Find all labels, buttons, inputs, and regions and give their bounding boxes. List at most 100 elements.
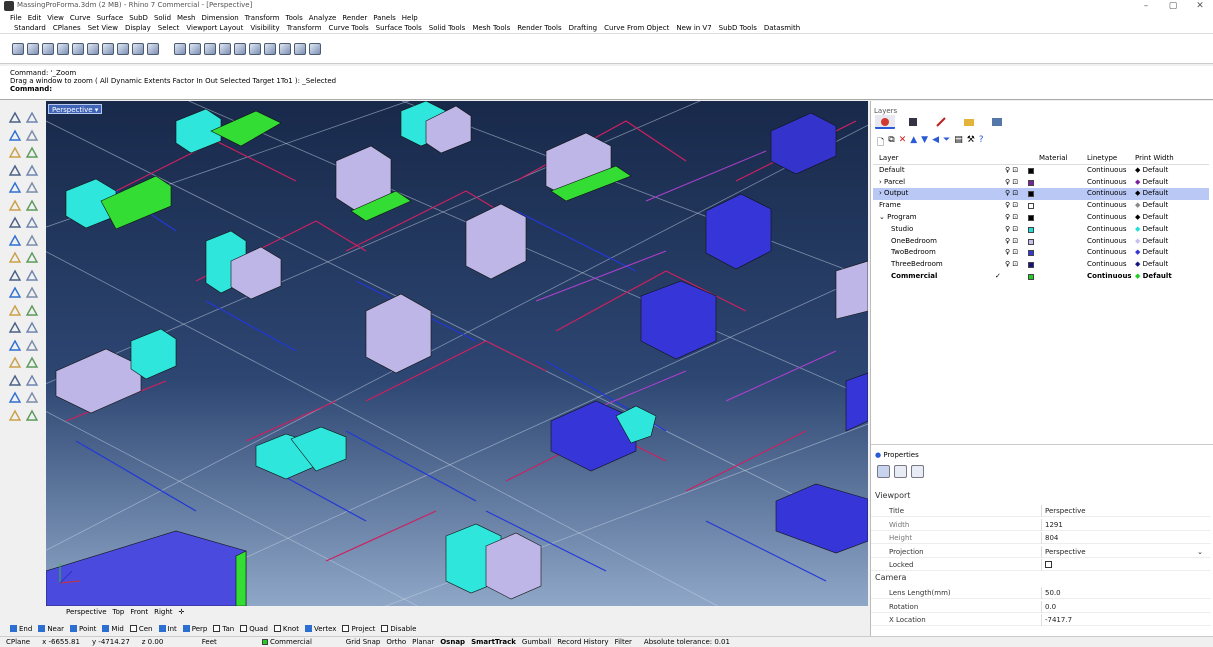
osnap-tan[interactable]: Tan	[213, 624, 234, 633]
osnap-near[interactable]: Near	[38, 624, 64, 633]
header-print-width[interactable]: Print Width	[1135, 153, 1174, 165]
layer-color-swatch[interactable]	[1028, 214, 1034, 221]
trim-icon[interactable]	[8, 269, 22, 282]
toolbar-tab-curve-from-object[interactable]: Curve From Object	[604, 24, 669, 32]
current-layer-pane[interactable]: Commercial	[256, 638, 346, 646]
move-icon[interactable]	[8, 286, 22, 299]
move-down-icon[interactable]: ▼	[921, 135, 928, 151]
curve-icon[interactable]	[25, 129, 39, 142]
locked-checkbox[interactable]	[1045, 561, 1052, 568]
menu-item-edit[interactable]: Edit	[28, 14, 42, 22]
property-value[interactable]: 804	[1041, 532, 1207, 544]
folder-tab-icon[interactable]	[959, 115, 979, 129]
menu-item-dimension[interactable]: Dimension	[201, 14, 238, 22]
osnap-checkbox[interactable]	[273, 624, 281, 632]
render-icon[interactable]	[25, 391, 39, 404]
layer-row-commercial[interactable]: Commercial ✓ Continuous ◆ Default	[873, 271, 1209, 283]
lock-icon[interactable]: ⊡	[1010, 178, 1018, 186]
cylinder-icon[interactable]	[8, 234, 22, 247]
layer-print-width[interactable]: ◆ Default	[1135, 259, 1168, 271]
lock-icon[interactable]: ⊡	[1010, 166, 1018, 174]
menu-item-mesh[interactable]: Mesh	[177, 14, 195, 22]
toolbar-tab-datasmith[interactable]: Datasmith	[764, 24, 800, 32]
toolbar-tab-render-tools[interactable]: Render Tools	[517, 24, 561, 32]
layer-row-output[interactable]: › Output ♀ ⊡ Continuous ◆ Default	[873, 188, 1209, 201]
header-linetype[interactable]: Linetype	[1087, 153, 1117, 165]
lock-icon[interactable]: ⊡	[1010, 248, 1018, 256]
lock-icon[interactable]: ⊡	[1010, 189, 1018, 197]
layer-color-swatch[interactable]	[1028, 250, 1034, 257]
box-icon[interactable]	[8, 216, 22, 229]
layer-print-width[interactable]: ◆ Default	[1135, 224, 1168, 236]
material-icon[interactable]	[309, 42, 321, 55]
layer-row-default[interactable]: Default ♀ ⊡ Continuous ◆ Default	[873, 165, 1209, 177]
osnap-checkbox[interactable]	[70, 624, 78, 632]
layer-print-width[interactable]: ◆ Default	[1135, 271, 1172, 283]
layer-icon[interactable]	[25, 356, 39, 369]
group-icon[interactable]	[25, 374, 39, 387]
scene-canvas[interactable]	[46, 101, 868, 606]
osnap-checkbox[interactable]	[10, 624, 17, 632]
osnap-checkbox[interactable]	[213, 624, 221, 632]
toolbar-tab-new-in-v7[interactable]: New in V7	[676, 24, 711, 32]
filter-icon[interactable]: ⏷	[943, 135, 950, 151]
layer-color-swatch[interactable]	[1028, 191, 1034, 198]
layer-linetype[interactable]: Continuous	[1087, 259, 1127, 271]
tools-icon[interactable]: ⚒	[967, 135, 975, 151]
cut-icon[interactable]	[87, 42, 99, 55]
zoom-selected-icon[interactable]	[249, 42, 261, 55]
block-icon[interactable]	[8, 374, 22, 387]
text-icon[interactable]	[8, 339, 22, 352]
expander-icon[interactable]: ⌄	[879, 213, 887, 221]
osnap-checkbox[interactable]	[158, 624, 166, 632]
render-icon[interactable]	[894, 465, 907, 478]
layer-color-swatch[interactable]	[1028, 262, 1034, 269]
help-icon[interactable]: ?	[979, 135, 984, 151]
osnap-quad[interactable]: Quad	[240, 624, 268, 633]
status-toggle-filter[interactable]: Filter	[615, 638, 632, 646]
toolbar-tab-visibility[interactable]: Visibility	[250, 24, 279, 32]
osnap-mid[interactable]: Mid	[102, 624, 124, 633]
viewport-title-tab[interactable]: Perspective ▾	[48, 104, 103, 114]
property-value[interactable]: ⌄ Perspective	[1041, 545, 1207, 558]
array-icon[interactable]	[8, 321, 22, 334]
ellipse-icon[interactable]	[8, 181, 22, 194]
layer-print-width[interactable]: ◆ Default	[1135, 165, 1168, 177]
layer-linetype[interactable]: Continuous	[1087, 247, 1127, 259]
osnap-project[interactable]: Project	[342, 624, 375, 633]
status-toggle-smarttrack[interactable]: SmartTrack	[471, 638, 516, 646]
dimension-icon[interactable]	[25, 339, 39, 352]
boolean-icon[interactable]	[8, 251, 22, 264]
cplane-label[interactable]: CPlane	[0, 638, 36, 646]
copy-icon[interactable]	[102, 42, 114, 55]
viewport-tab-3[interactable]: Right	[154, 608, 172, 616]
lock-icon[interactable]: ⊡	[1010, 237, 1018, 245]
sphere-icon[interactable]	[25, 216, 39, 229]
toolbar-tab-viewport-layout[interactable]: Viewport Layout	[186, 24, 243, 32]
property-value[interactable]: Perspective	[1041, 505, 1207, 517]
header-layer[interactable]: Layer	[879, 153, 899, 165]
property-value[interactable]: 50.0	[1041, 587, 1207, 599]
zoom-extents-icon[interactable]	[234, 42, 246, 55]
rendered-icon[interactable]	[279, 42, 291, 55]
rotate-icon[interactable]	[8, 304, 22, 317]
layer-row-parcel[interactable]: › Parcel ♀ ⊡ Continuous ◆ Default	[873, 177, 1209, 189]
osnap-checkbox[interactable]	[38, 624, 46, 632]
toolbar-tab-drafting[interactable]: Drafting	[569, 24, 597, 32]
layer-print-width[interactable]: ◆ Default	[1135, 247, 1168, 259]
materials-tab-icon[interactable]	[931, 115, 951, 129]
menu-item-help[interactable]: Help	[402, 14, 418, 22]
new-sublayer-icon[interactable]: ⧉	[888, 135, 894, 151]
layer-row-frame[interactable]: Frame ♀ ⊡ Continuous ◆ Default	[873, 200, 1209, 212]
toolbar-tab-standard[interactable]: Standard	[14, 24, 46, 32]
layer-color-swatch[interactable]	[1028, 226, 1034, 233]
shaded-icon[interactable]	[264, 42, 276, 55]
menu-item-transform[interactable]: Transform	[245, 14, 280, 22]
status-toggle-gumball[interactable]: Gumball	[522, 638, 551, 646]
layer-row-program[interactable]: ⌄ Program ♀ ⊡ Continuous ◆ Default	[873, 212, 1209, 224]
display-tab-icon[interactable]	[987, 115, 1007, 129]
layer-print-width[interactable]: ◆ Default	[1135, 212, 1168, 224]
print-icon[interactable]	[57, 42, 69, 55]
toolbar-tab-cplanes[interactable]: CPlanes	[53, 24, 81, 32]
menu-item-subd[interactable]: SubD	[129, 14, 148, 22]
